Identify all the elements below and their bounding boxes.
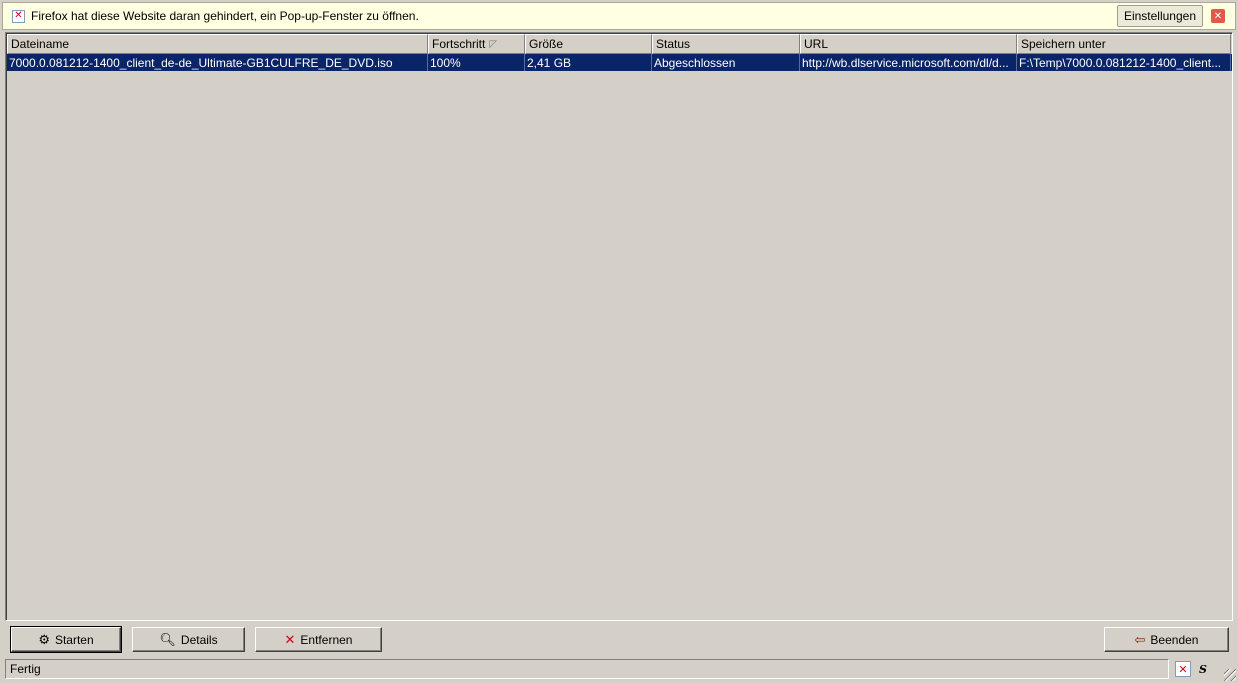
column-headers: Dateiname Fortschritt ◸ Größe Status URL … xyxy=(7,34,1232,54)
details-button[interactable]: 🔍︎ Details xyxy=(132,627,245,652)
popup-blocked-notification: ✕ Firefox hat diese Website daran gehind… xyxy=(2,2,1236,30)
settings-button[interactable]: Einstellungen xyxy=(1116,5,1203,27)
cell-filename: 7000.0.081212-1400_client_de-de_Ultimate… xyxy=(7,54,428,71)
resize-grip[interactable] xyxy=(1224,669,1236,681)
cell-url: http://wb.dlservice.microsoft.com/dl/d..… xyxy=(800,54,1017,71)
popup-blocked-status-icon[interactable]: ✕ xyxy=(1175,661,1191,677)
popup-blocked-icon: ✕ xyxy=(12,9,25,23)
column-header-url[interactable]: URL xyxy=(800,34,1017,54)
remove-button[interactable]: ✕ Entfernen xyxy=(255,627,382,652)
s-icon[interactable]: S xyxy=(1195,661,1211,677)
download-list: Dateiname Fortschritt ◸ Größe Status URL … xyxy=(5,32,1233,621)
cell-save-to: F:\Temp\7000.0.081212-1400_client... xyxy=(1017,54,1231,71)
sort-icon: ◸ xyxy=(489,38,498,50)
cell-status: Abgeschlossen xyxy=(652,54,800,71)
close-icon[interactable]: ✕ xyxy=(1211,9,1225,23)
status-text: Fertig xyxy=(10,662,41,676)
column-header-size[interactable]: Größe xyxy=(525,34,652,54)
cell-size: 2,41 GB xyxy=(525,54,652,71)
magnifier-icon: 🔍︎ xyxy=(159,632,176,647)
exit-door-icon: ⇦ xyxy=(1134,632,1146,647)
column-header-filename[interactable]: Dateiname xyxy=(7,34,428,54)
status-bar: Fertig xyxy=(5,659,1169,679)
column-header-status[interactable]: Status xyxy=(652,34,800,54)
quit-button[interactable]: ⇦ Beenden xyxy=(1104,627,1229,652)
start-icon: ⚙ xyxy=(38,632,50,647)
column-header-save-to[interactable]: Speichern unter xyxy=(1017,34,1231,54)
start-button[interactable]: ⚙ Starten xyxy=(10,626,122,653)
notification-text: Firefox hat diese Website daran gehinder… xyxy=(31,9,419,23)
remove-x-icon: ✕ xyxy=(284,632,296,647)
table-row[interactable]: 7000.0.081212-1400_client_de-de_Ultimate… xyxy=(7,54,1232,71)
column-header-progress[interactable]: Fortschritt ◸ xyxy=(428,34,525,54)
cell-progress: 100% xyxy=(428,54,525,71)
